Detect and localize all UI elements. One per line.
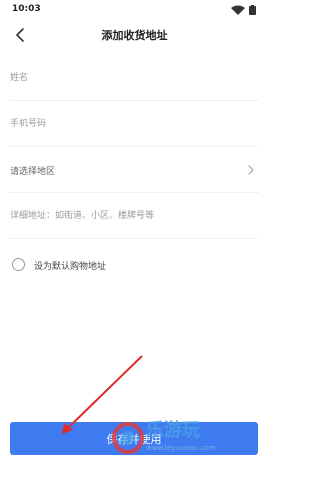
watermark-emblem bbox=[112, 422, 144, 454]
region-selector[interactable]: 请选择地区 bbox=[10, 148, 259, 193]
default-address-label: 设为默认购物地址 bbox=[34, 262, 107, 272]
wifi-icon bbox=[231, 5, 245, 15]
name-row bbox=[10, 56, 259, 101]
detail-address-row bbox=[10, 194, 259, 239]
battery-icon bbox=[249, 5, 256, 15]
default-address-radio[interactable] bbox=[12, 258, 25, 271]
phone-input[interactable] bbox=[10, 116, 235, 132]
watermark-title: 乐游玩 bbox=[146, 420, 200, 441]
phone-row bbox=[10, 102, 259, 147]
default-address-toggle[interactable]: 设为默认购物地址 bbox=[12, 258, 212, 274]
page-title: 添加收货地址 bbox=[101, 29, 168, 42]
status-icons bbox=[231, 5, 256, 15]
detail-address-input[interactable] bbox=[10, 208, 235, 224]
status-time: 10:03 bbox=[12, 4, 41, 14]
nav-bar: 添加收货地址 bbox=[0, 22, 269, 48]
watermark-logo: 乐游玩 www.leyouwan.com bbox=[110, 414, 260, 462]
name-input[interactable] bbox=[10, 70, 235, 86]
add-address-screen: 10:03 添加收货地址 请选择地区 设为默认购物地址 bbox=[0, 0, 269, 480]
watermark-url: www.leyouwan.com bbox=[146, 444, 216, 452]
chevron-right-icon bbox=[248, 165, 254, 175]
status-bar: 10:03 bbox=[0, 0, 269, 20]
region-label: 请选择地区 bbox=[10, 167, 56, 177]
